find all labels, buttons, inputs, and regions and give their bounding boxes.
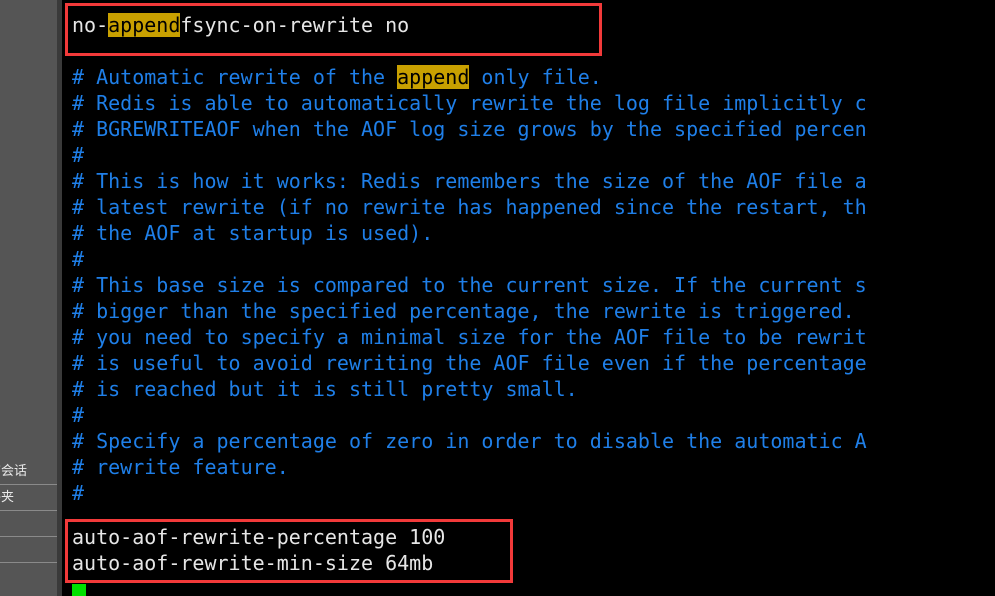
terminal-line: # rewrite feature. <box>72 454 289 480</box>
terminal-text: auto-aof-rewrite-percentage 100 <box>72 525 446 549</box>
terminal-text: auto-aof-rewrite-min-size 64mb <box>72 551 434 575</box>
terminal-line: # is reached but it is still pretty smal… <box>72 376 578 402</box>
terminal-line: # you need to specify a minimal size for… <box>72 324 867 350</box>
terminal-text: # is reached but it is still pretty smal… <box>72 377 578 401</box>
side-panel-row-folder[interactable]: 件夹 <box>0 485 57 511</box>
terminal-line: # BGREWRITEAOF when the AOF log size gro… <box>72 116 867 142</box>
terminal-text: # Specify a percentage of zero in order … <box>72 429 867 453</box>
terminal-line: # the AOF at startup is used). <box>72 220 433 246</box>
terminal-text: # latest rewrite (if no rewrite has happ… <box>72 195 867 219</box>
search-match-highlight: append <box>108 13 181 37</box>
terminal-text: # This base size is compared to the curr… <box>72 273 867 297</box>
terminal-line: auto-aof-rewrite-min-size 64mb <box>72 550 433 576</box>
terminal-text: # BGREWRITEAOF when the AOF log size gro… <box>72 117 867 141</box>
side-panel-row-blank-2[interactable] <box>0 537 57 563</box>
side-panel[interactable]: 有会话 件夹 <box>0 0 57 596</box>
terminal-line: # <box>72 246 84 272</box>
terminal-line: auto-aof-rewrite-percentage 100 <box>72 524 445 550</box>
terminal-text: # rewrite feature. <box>72 455 289 479</box>
screen: 有会话 件夹 no-appendfsync-on-rewrite no# Aut… <box>0 0 995 596</box>
terminal-text: no- <box>72 13 109 37</box>
terminal-line: # Automatic rewrite of the append only f… <box>72 64 602 90</box>
search-match-highlight: append <box>397 65 470 89</box>
terminal-text: # the AOF at startup is used). <box>72 221 434 245</box>
terminal-text: # Automatic rewrite of the <box>72 65 398 89</box>
terminal-text-area[interactable]: no-appendfsync-on-rewrite no # Automatic … <box>62 0 995 596</box>
terminal-text: # <box>72 481 85 505</box>
terminal-line: # latest rewrite (if no rewrite has happ… <box>72 194 867 220</box>
terminal-text: # <box>72 247 85 271</box>
terminal-text: only file. <box>469 65 602 89</box>
terminal-line: # This base size is compared to the curr… <box>72 272 867 298</box>
terminal-line: # Redis is able to automatically rewrite… <box>72 90 867 116</box>
terminal-line: # <box>72 402 84 428</box>
terminal-text: # This is how it works: Redis remembers … <box>72 169 867 193</box>
terminal-line: # bigger than the specified percentage, … <box>72 298 855 324</box>
side-panel-row-sessions[interactable]: 有会话 <box>0 459 57 485</box>
terminal-cursor <box>72 584 86 596</box>
terminal-text: # is useful to avoid rewriting the AOF f… <box>72 351 867 375</box>
terminal-line: # This is how it works: Redis remembers … <box>72 168 867 194</box>
terminal-text: # you need to specify a minimal size for… <box>72 325 867 349</box>
terminal-line: # Specify a percentage of zero in order … <box>72 428 867 454</box>
terminal-line: # is useful to avoid rewriting the AOF f… <box>72 350 867 376</box>
terminal-line: # <box>72 142 84 168</box>
side-panel-row-blank-1[interactable] <box>0 511 57 537</box>
terminal-text: # <box>72 403 85 427</box>
terminal-line: no-appendfsync-on-rewrite no <box>72 12 409 38</box>
terminal-text: # <box>72 143 85 167</box>
terminal-line: # <box>72 480 84 506</box>
terminal-text: # Redis is able to automatically rewrite… <box>72 91 867 115</box>
side-panel-empty-area <box>0 0 57 459</box>
terminal-text: fsync-on-rewrite no <box>180 13 410 37</box>
terminal-text: # bigger than the specified percentage, … <box>72 299 855 323</box>
